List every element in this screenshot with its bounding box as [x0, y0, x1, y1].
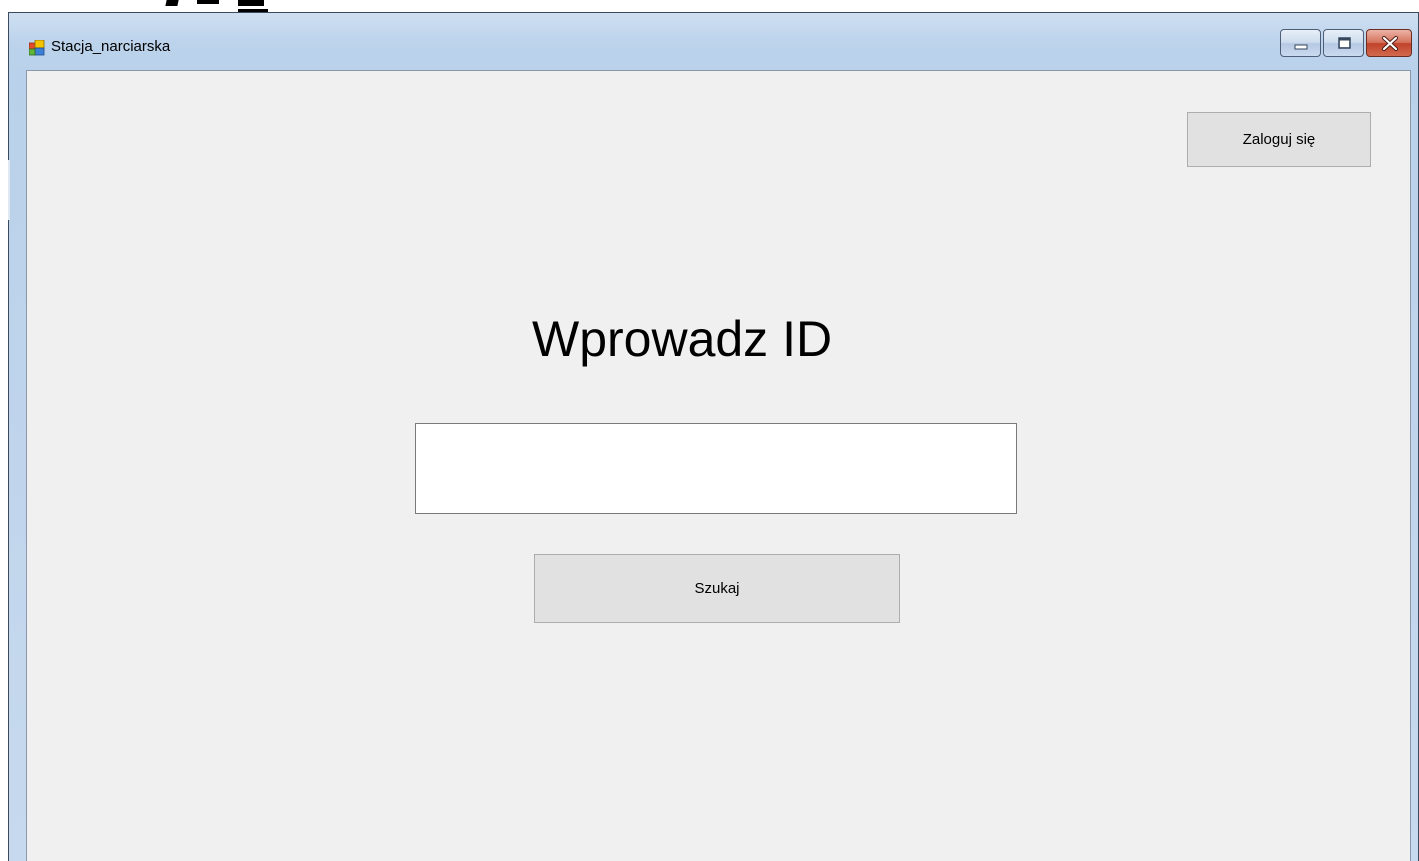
search-button[interactable]: Szukaj [534, 554, 900, 623]
minimize-icon [1294, 44, 1308, 50]
close-icon [1382, 36, 1398, 51]
page-title: Wprowadz ID [532, 311, 833, 367]
form-client-area: Zaloguj się Wprowadz ID Szukaj [26, 70, 1411, 861]
windows-forms-app-icon[interactable] [28, 39, 45, 56]
title-bar[interactable]: Stacja_narciarska [9, 13, 1418, 70]
caption-buttons [1280, 29, 1412, 59]
window-edge-highlight [8, 160, 10, 220]
maximize-icon [1338, 37, 1351, 49]
close-button[interactable] [1366, 29, 1412, 57]
login-button[interactable]: Zaloguj się [1187, 112, 1371, 167]
background-fragment [0, 0, 300, 12]
minimize-button[interactable] [1280, 29, 1321, 57]
application-window: Stacja_narciarska Zaloguj się Wprowadz I… [8, 12, 1419, 861]
maximize-button[interactable] [1323, 29, 1364, 57]
window-title: Stacja_narciarska [51, 38, 171, 55]
id-input[interactable] [415, 423, 1017, 514]
